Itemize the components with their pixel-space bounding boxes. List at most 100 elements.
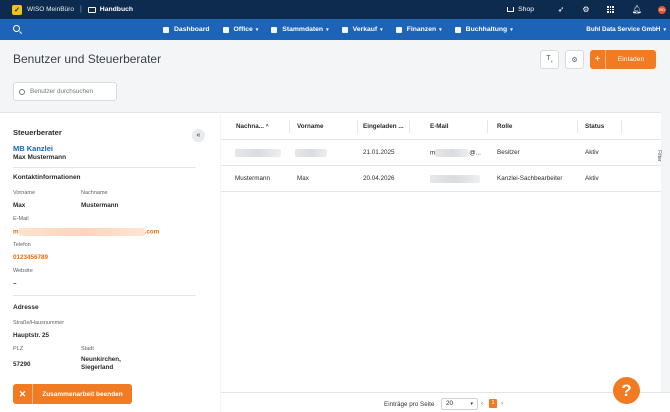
prev-page-icon[interactable]: ‹ [481,400,483,407]
column-divider[interactable] [409,120,410,133]
settings-button[interactable]: ⚙ [565,50,584,69]
nav-label: Stammdaten [282,26,324,33]
street-value: Hauptstr. 25 [13,332,50,339]
avatar[interactable]: BD [658,5,666,14]
handbook-link[interactable]: Handbuch [87,6,134,13]
invite-button[interactable]: + Einladen [590,50,656,69]
last-name-value: Mustermann [81,202,119,209]
chevron-down-icon: ▾ [439,26,442,33]
page-title: Benutzer und Steuerberater [13,52,162,66]
collapse-panel-button[interactable]: « [192,129,205,142]
zip-value: 57290 [13,361,31,368]
office-icon [222,26,229,33]
dashboard-icon [163,26,169,33]
chevron-down-icon: ▾ [510,26,513,33]
app-name: WISO MeinBüro [27,6,74,13]
shop-label: Shop [518,6,534,13]
email-value[interactable]: m .com [13,228,159,236]
kanzlei-name[interactable]: MB Kanzlei [13,144,53,153]
nav-item-stammdaten[interactable]: Stammdaten ▾ [271,26,329,33]
next-page-icon[interactable]: › [501,400,503,407]
email-suffix: @... [469,149,481,157]
website-label: Website [13,268,33,274]
street-label: Straße/Hausnummer [13,320,65,326]
redacted-block [430,175,480,183]
main-navigation: Dashboard Office ▾ Stammdaten ▾ Verkauf ▾ F… [0,19,670,40]
col-header-nachname[interactable]: Nachna... ^ [236,123,269,130]
handbook-label: Handbuch [99,6,134,13]
cell-email [430,175,480,183]
first-name-label: Vorname [13,190,36,196]
redacted-block [18,228,145,236]
col-label: Nachna... [236,123,264,130]
chevron-down-icon: ▾ [326,26,329,33]
cell-nachname: Mustermann [235,175,270,182]
user-search[interactable] [13,82,117,101]
bell-icon[interactable]: 🔔︎ [632,5,642,14]
redacted-block [295,149,327,157]
last-name-label: Nachname [81,190,108,196]
help-button[interactable]: ? [613,377,640,404]
nav-label: Office [233,26,253,33]
end-collaboration-button[interactable]: ✕ Zusammenarbeit beenden [13,384,132,404]
table-row[interactable]: 21.01.2025 m @... Besitzer Aktiv [221,140,661,166]
zip-label: PLZ [13,346,24,352]
column-divider[interactable] [577,120,578,133]
apps-grid-icon[interactable] [607,6,614,13]
col-header-vorname[interactable]: Vorname [297,123,323,130]
first-name-value: Max [13,202,26,209]
advisor-name: Max Mustermann [13,154,67,161]
col-header-email[interactable]: E-Mail [430,123,449,130]
website-value: – [13,280,17,287]
cell-rolle: Kanzlei-Sachbearbeiter [497,175,563,182]
nav-item-office[interactable]: Office ▾ [222,26,259,33]
filter-tab[interactable]: Filter [656,150,662,162]
divider [13,295,196,296]
users-table: Nachna... ^ Vorname Eingeladen ... E-Mai… [221,112,661,392]
company-selector[interactable]: Buhl Data Service GmbH ▾ [586,19,666,40]
email-prefix: m [13,228,19,236]
bank-icon [395,26,402,33]
app-logo-icon[interactable]: ✓ [12,4,22,15]
table-row[interactable]: Mustermann Max 20.04.2026 Kanzlei-Sachbe… [221,166,661,192]
col-header-status[interactable]: Status [585,123,604,130]
cell-eingeladen: 21.01.2025 [363,149,395,156]
search-icon[interactable] [13,25,20,32]
redacted-block [235,149,281,157]
nav-label: Verkauf [352,26,378,33]
col-header-rolle[interactable]: Rolle [497,123,512,130]
invite-label: Einladen [617,56,645,63]
nav-item-dashboard[interactable]: Dashboard [163,26,210,33]
person-icon [271,26,278,33]
gear-icon[interactable]: ⚙ [582,5,590,14]
cell-email: m @... [430,149,481,157]
phone-value[interactable]: 0123456789 [13,254,48,261]
column-divider[interactable] [357,120,358,133]
cell-status: Aktiv [585,149,599,156]
current-page[interactable]: 1 [489,399,497,408]
search-input[interactable] [30,88,110,95]
nav-label: Dashboard [174,26,210,33]
rocket-icon[interactable]: ➶ [557,5,565,14]
page-size-select[interactable]: 20 ▾ [441,398,478,410]
chevron-down-icon: ▾ [470,401,473,407]
shop-link[interactable]: Shop [507,6,534,13]
nav-item-verkauf[interactable]: Verkauf ▾ [341,26,383,33]
city-value: Neunkirchen, Siegerland [81,356,121,371]
clear-filter-button[interactable]: Tx [540,50,559,69]
sort-ascending-icon: ^ [265,124,269,130]
city-label: Stadt [81,346,94,352]
column-divider[interactable] [487,120,488,133]
address-title: Adresse [13,304,39,311]
column-divider[interactable] [621,120,622,133]
chevron-down-icon: ▾ [380,26,383,33]
cell-vorname: Max [297,175,309,182]
col-header-eingeladen[interactable]: Eingeladen ... [363,123,404,130]
nav-item-buchhaltung[interactable]: Buchhaltung ▾ [454,26,513,33]
chevron-down-icon: ▾ [255,26,259,33]
column-divider[interactable] [289,120,290,133]
cell-nachname [235,149,281,157]
nav-item-finanzen[interactable]: Finanzen ▾ [395,26,442,33]
topbar-separator: | [79,6,82,13]
company-name: Buhl Data Service GmbH [586,26,661,33]
